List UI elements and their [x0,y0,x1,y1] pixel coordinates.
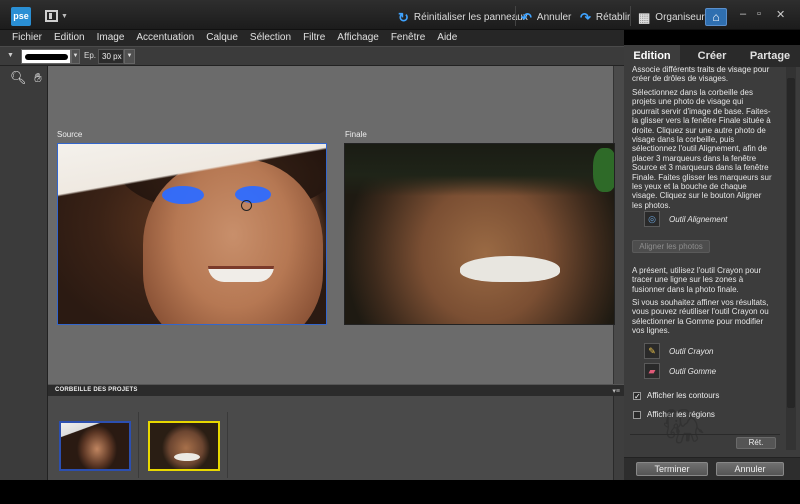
menu-enhance[interactable]: Accentuation [130,30,200,46]
tab-creer[interactable]: Créer [684,45,740,67]
project-bin-scrollbar[interactable] [613,396,624,480]
refine-instruction-text: Si vous souhaitez affiner vos résultats,… [632,298,769,336]
refresh-icon: ↻ [398,9,409,25]
organizer-button[interactable]: ▦ Organiseur [638,9,705,25]
bin-menu-icon[interactable]: ▾≡ [612,387,620,395]
align-tool-label: Outil Alignement [669,214,728,224]
tab-partage[interactable]: Partage [742,45,798,67]
close-button[interactable]: ✕ [776,8,785,21]
home-icon: ⌂ [712,10,720,24]
align-tool-icon: ◎ [644,211,660,227]
project-bin-header: CORBEILLE DES PROJETS ▾≡ [48,384,624,396]
title-bar: pse ▼ ↻ Réinitialiser les panneaux ↶ Ann… [0,0,800,30]
redo-button[interactable]: ↷ Rétablir [580,9,630,25]
divider [515,6,516,26]
checkbox-checked-icon: ✓ [633,391,641,401]
checkbox-unchecked-icon [633,410,641,419]
finish-button[interactable]: Terminer [636,462,708,476]
tool-preset-arrow-icon[interactable]: ▼ [7,52,14,59]
zoom-tool-icon[interactable]: 🔍︎ [10,70,27,86]
redo-label: Rétablir [595,11,631,23]
brush-dropdown[interactable]: ▼ [71,49,80,64]
final-label: Finale [345,130,367,139]
app-logo: pse [11,7,31,26]
minimize-button[interactable]: – [740,8,746,20]
pencil-tool-label: Outil Crayon [669,346,714,356]
organizer-label: Organiseur [655,11,705,23]
undo-label: Annuler [536,11,572,23]
menu-file[interactable]: Fichier [6,30,48,46]
menu-select[interactable]: Sélection [244,30,297,46]
home-button[interactable]: ⌂ [705,8,727,26]
align-photos-button[interactable]: Aligner les photos [632,240,710,253]
panel-tabs: Edition Créer Partage [624,45,800,67]
pencil-mark-right-eye [235,186,271,203]
show-contours-checkbox[interactable]: ✓ Afficher les contours [633,391,719,400]
size-dropdown[interactable]: ▼ [124,49,135,64]
layout-icon [45,10,58,22]
pencil-mark-left-eye [162,186,204,204]
show-contours-label: Afficher les contours [647,391,720,400]
menu-window[interactable]: Fenêtre [385,30,431,46]
eraser-tool-label: Outil Gomme [669,366,717,376]
pencil-tool-row[interactable]: ✎ Outil Crayon [644,343,713,359]
eraser-icon: ▰ [644,363,660,379]
bin-thumbnail-young-man[interactable] [59,421,131,471]
reset-panels-label: Réinitialiser les panneaux [413,11,528,23]
pencil-icon: ✎ [644,343,660,359]
maximize-button[interactable]: ▫ [757,8,761,20]
size-field[interactable]: 30 px [98,49,124,64]
instructions-text: Sélectionnez dans la corbeille des proje… [632,88,772,210]
panel-scrollbar-thumb[interactable] [787,78,795,408]
menu-layer[interactable]: Calque [200,30,244,46]
intro-text: Associe différents traits de visage pour… [632,65,770,84]
undo-icon: ↶ [521,9,532,25]
source-label: Source [57,130,83,139]
hand-tool-icon[interactable]: ✋︎ [30,70,46,86]
menu-image[interactable]: Image [91,30,131,46]
redo-icon: ↷ [580,9,591,25]
eraser-tool-row[interactable]: ▰ Outil Gomme [644,363,716,379]
options-bar: ▼ ▼ Ep. : 30 px ▼ [0,46,624,66]
divider [630,434,780,435]
bin-thumbnail-old-man[interactable] [148,421,220,471]
menu-bar: Fichier Edition Image Accentuation Calqu… [0,30,624,46]
final-photo[interactable] [344,143,615,325]
chevron-down-icon: ▼ [61,13,68,20]
cancel-button[interactable]: Annuler [716,462,784,476]
undo-button[interactable]: ↶ Annuler [521,9,571,25]
menu-help[interactable]: Aide [431,30,463,46]
reset-button[interactable]: Rét. [736,437,776,449]
reset-panels-button[interactable]: ↻ Réinitialiser les panneaux [398,9,528,25]
brush-preview[interactable] [21,49,71,64]
tab-edition[interactable]: Edition [624,45,680,67]
tools-panel: 🔍︎ ✋︎ [0,66,48,480]
pencil-instruction-text: A présent, utilisez l'outil Crayon pour … [632,266,762,294]
brush-cursor [241,200,252,211]
divider [630,6,631,26]
elephant-watermark-icon: 🐘︎ [662,408,706,446]
project-bin [48,396,613,480]
source-photo[interactable] [57,143,327,325]
bottom-bar [0,480,800,504]
layout-menu-button[interactable]: ▼ [45,10,68,24]
grid-icon: ▦ [638,9,651,25]
align-tool-row[interactable]: ◎ Outil Alignement [644,211,727,227]
menu-edit[interactable]: Edition [48,30,91,46]
project-bin-title: CORBEILLE DES PROJETS [55,387,138,393]
menu-filter[interactable]: Filtre [297,30,331,46]
menu-view[interactable]: Affichage [331,30,385,46]
